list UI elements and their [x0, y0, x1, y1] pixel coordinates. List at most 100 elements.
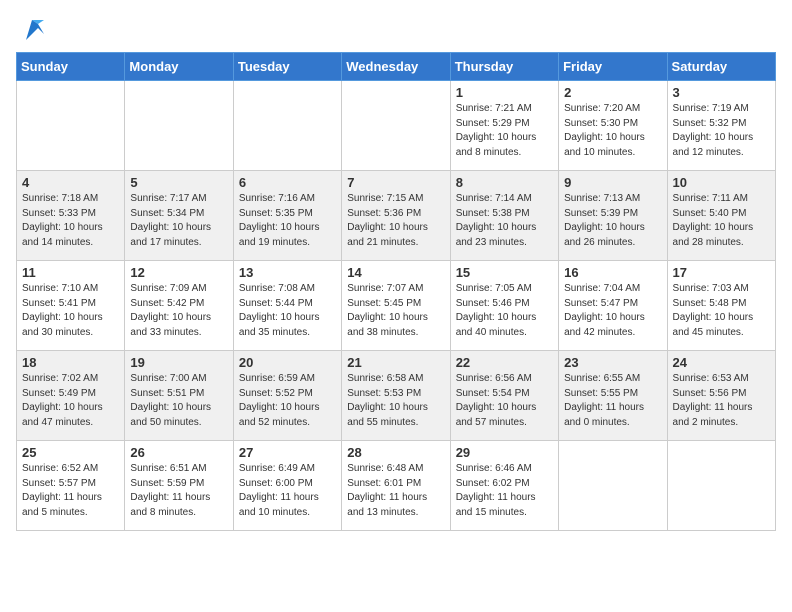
day-info: Sunrise: 6:53 AMSunset: 5:56 PMDaylight:…	[673, 372, 770, 430]
day-info: Sunrise: 7:02 AMSunset: 5:49 PMDaylight:…	[22, 372, 119, 430]
day-info: Sunrise: 7:17 AMSunset: 5:34 PMDaylight:…	[130, 192, 227, 250]
day-info: Sunrise: 6:56 AMSunset: 5:54 PMDaylight:…	[456, 372, 553, 430]
calendar-cell: 10 Sunrise: 7:11 AMSunset: 5:40 PMDayligh…	[667, 171, 775, 261]
logo-icon	[18, 16, 46, 44]
day-info: Sunrise: 7:04 AMSunset: 5:47 PMDaylight:…	[564, 282, 661, 340]
day-number: 20	[239, 355, 336, 370]
col-header-friday: Friday	[559, 53, 667, 81]
calendar-cell	[342, 81, 450, 171]
day-info: Sunrise: 7:11 AMSunset: 5:40 PMDaylight:…	[673, 192, 770, 250]
day-info: Sunrise: 6:48 AMSunset: 6:01 PMDaylight:…	[347, 462, 444, 520]
day-info: Sunrise: 7:07 AMSunset: 5:45 PMDaylight:…	[347, 282, 444, 340]
day-number: 12	[130, 265, 227, 280]
calendar-week-1: 1 Sunrise: 7:21 AMSunset: 5:29 PMDaylight…	[17, 81, 776, 171]
day-info: Sunrise: 7:00 AMSunset: 5:51 PMDaylight:…	[130, 372, 227, 430]
calendar-table: SundayMondayTuesdayWednesdayThursdayFrid…	[16, 52, 776, 531]
calendar-cell: 29 Sunrise: 6:46 AMSunset: 6:02 PMDayligh…	[450, 441, 558, 531]
day-number: 14	[347, 265, 444, 280]
calendar-cell: 23Sunrise: 6:55 AMSunset: 5:55 PMDayligh…	[559, 351, 667, 441]
day-number: 28	[347, 445, 444, 460]
day-number: 7	[347, 175, 444, 190]
day-info: Sunrise: 7:15 AMSunset: 5:36 PMDaylight:…	[347, 192, 444, 250]
calendar-cell: 25 Sunrise: 6:52 AMSunset: 5:57 PMDayligh…	[17, 441, 125, 531]
col-header-sunday: Sunday	[17, 53, 125, 81]
day-number: 13	[239, 265, 336, 280]
day-info: Sunrise: 7:03 AMSunset: 5:48 PMDaylight:…	[673, 282, 770, 340]
calendar-cell: 9Sunrise: 7:13 AMSunset: 5:39 PMDaylight…	[559, 171, 667, 261]
calendar-cell: 17 Sunrise: 7:03 AMSunset: 5:48 PMDayligh…	[667, 261, 775, 351]
day-number: 29	[456, 445, 553, 460]
day-info: Sunrise: 7:21 AMSunset: 5:29 PMDaylight:…	[456, 102, 553, 160]
calendar-cell: 11 Sunrise: 7:10 AMSunset: 5:41 PMDayligh…	[17, 261, 125, 351]
day-number: 5	[130, 175, 227, 190]
calendar-cell: 15 Sunrise: 7:05 AMSunset: 5:46 PMDayligh…	[450, 261, 558, 351]
calendar-cell: 4 Sunrise: 7:18 AMSunset: 5:33 PMDaylight…	[17, 171, 125, 261]
day-number: 21	[347, 355, 444, 370]
calendar-cell: 18 Sunrise: 7:02 AMSunset: 5:49 PMDayligh…	[17, 351, 125, 441]
calendar-week-2: 4 Sunrise: 7:18 AMSunset: 5:33 PMDaylight…	[17, 171, 776, 261]
day-number: 19	[130, 355, 227, 370]
day-info: Sunrise: 6:49 AMSunset: 6:00 PMDaylight:…	[239, 462, 336, 520]
day-info: Sunrise: 7:08 AMSunset: 5:44 PMDaylight:…	[239, 282, 336, 340]
day-number: 26	[130, 445, 227, 460]
calendar-cell: 28 Sunrise: 6:48 AMSunset: 6:01 PMDayligh…	[342, 441, 450, 531]
day-number: 2	[564, 85, 661, 100]
calendar-week-5: 25 Sunrise: 6:52 AMSunset: 5:57 PMDayligh…	[17, 441, 776, 531]
col-header-thursday: Thursday	[450, 53, 558, 81]
day-number: 3	[673, 85, 770, 100]
day-number: 6	[239, 175, 336, 190]
day-number: 17	[673, 265, 770, 280]
day-number: 11	[22, 265, 119, 280]
calendar-cell: 6 Sunrise: 7:16 AMSunset: 5:35 PMDaylight…	[233, 171, 341, 261]
calendar-cell: 27 Sunrise: 6:49 AMSunset: 6:00 PMDayligh…	[233, 441, 341, 531]
calendar-cell: 14 Sunrise: 7:07 AMSunset: 5:45 PMDayligh…	[342, 261, 450, 351]
day-number: 9	[564, 175, 661, 190]
day-info: Sunrise: 7:09 AMSunset: 5:42 PMDaylight:…	[130, 282, 227, 340]
logo	[16, 16, 46, 44]
day-info: Sunrise: 7:18 AMSunset: 5:33 PMDaylight:…	[22, 192, 119, 250]
day-number: 27	[239, 445, 336, 460]
calendar-week-3: 11 Sunrise: 7:10 AMSunset: 5:41 PMDayligh…	[17, 261, 776, 351]
day-info: Sunrise: 7:05 AMSunset: 5:46 PMDaylight:…	[456, 282, 553, 340]
day-info: Sunrise: 6:59 AMSunset: 5:52 PMDaylight:…	[239, 372, 336, 430]
calendar-cell	[125, 81, 233, 171]
calendar-cell: 16 Sunrise: 7:04 AMSunset: 5:47 PMDayligh…	[559, 261, 667, 351]
calendar-cell	[559, 441, 667, 531]
col-header-wednesday: Wednesday	[342, 53, 450, 81]
calendar-header-row: SundayMondayTuesdayWednesdayThursdayFrid…	[17, 53, 776, 81]
calendar-cell: 1 Sunrise: 7:21 AMSunset: 5:29 PMDaylight…	[450, 81, 558, 171]
day-number: 25	[22, 445, 119, 460]
calendar-cell: 8 Sunrise: 7:14 AMSunset: 5:38 PMDaylight…	[450, 171, 558, 261]
day-number: 16	[564, 265, 661, 280]
day-number: 1	[456, 85, 553, 100]
calendar-cell: 20 Sunrise: 6:59 AMSunset: 5:52 PMDayligh…	[233, 351, 341, 441]
calendar-cell: 13 Sunrise: 7:08 AMSunset: 5:44 PMDayligh…	[233, 261, 341, 351]
day-number: 8	[456, 175, 553, 190]
calendar-cell: 21 Sunrise: 6:58 AMSunset: 5:53 PMDayligh…	[342, 351, 450, 441]
day-number: 18	[22, 355, 119, 370]
day-number: 22	[456, 355, 553, 370]
day-number: 10	[673, 175, 770, 190]
page-header	[16, 16, 776, 44]
calendar-week-4: 18 Sunrise: 7:02 AMSunset: 5:49 PMDayligh…	[17, 351, 776, 441]
day-info: Sunrise: 6:52 AMSunset: 5:57 PMDaylight:…	[22, 462, 119, 520]
calendar-cell: 26 Sunrise: 6:51 AMSunset: 5:59 PMDayligh…	[125, 441, 233, 531]
day-info: Sunrise: 7:10 AMSunset: 5:41 PMDaylight:…	[22, 282, 119, 340]
day-info: Sunrise: 7:16 AMSunset: 5:35 PMDaylight:…	[239, 192, 336, 250]
day-info: Sunrise: 6:51 AMSunset: 5:59 PMDaylight:…	[130, 462, 227, 520]
col-header-saturday: Saturday	[667, 53, 775, 81]
day-number: 24	[673, 355, 770, 370]
day-info: Sunrise: 7:20 AMSunset: 5:30 PMDaylight:…	[564, 102, 661, 160]
day-info: Sunrise: 6:46 AMSunset: 6:02 PMDaylight:…	[456, 462, 553, 520]
day-info: Sunrise: 7:14 AMSunset: 5:38 PMDaylight:…	[456, 192, 553, 250]
calendar-cell: 3Sunrise: 7:19 AMSunset: 5:32 PMDaylight…	[667, 81, 775, 171]
calendar-cell: 24 Sunrise: 6:53 AMSunset: 5:56 PMDayligh…	[667, 351, 775, 441]
day-info: Sunrise: 6:58 AMSunset: 5:53 PMDaylight:…	[347, 372, 444, 430]
calendar-cell	[17, 81, 125, 171]
calendar-cell	[667, 441, 775, 531]
calendar-cell: 2 Sunrise: 7:20 AMSunset: 5:30 PMDaylight…	[559, 81, 667, 171]
day-number: 4	[22, 175, 119, 190]
calendar-cell	[233, 81, 341, 171]
calendar-cell: 5 Sunrise: 7:17 AMSunset: 5:34 PMDaylight…	[125, 171, 233, 261]
day-number: 15	[456, 265, 553, 280]
